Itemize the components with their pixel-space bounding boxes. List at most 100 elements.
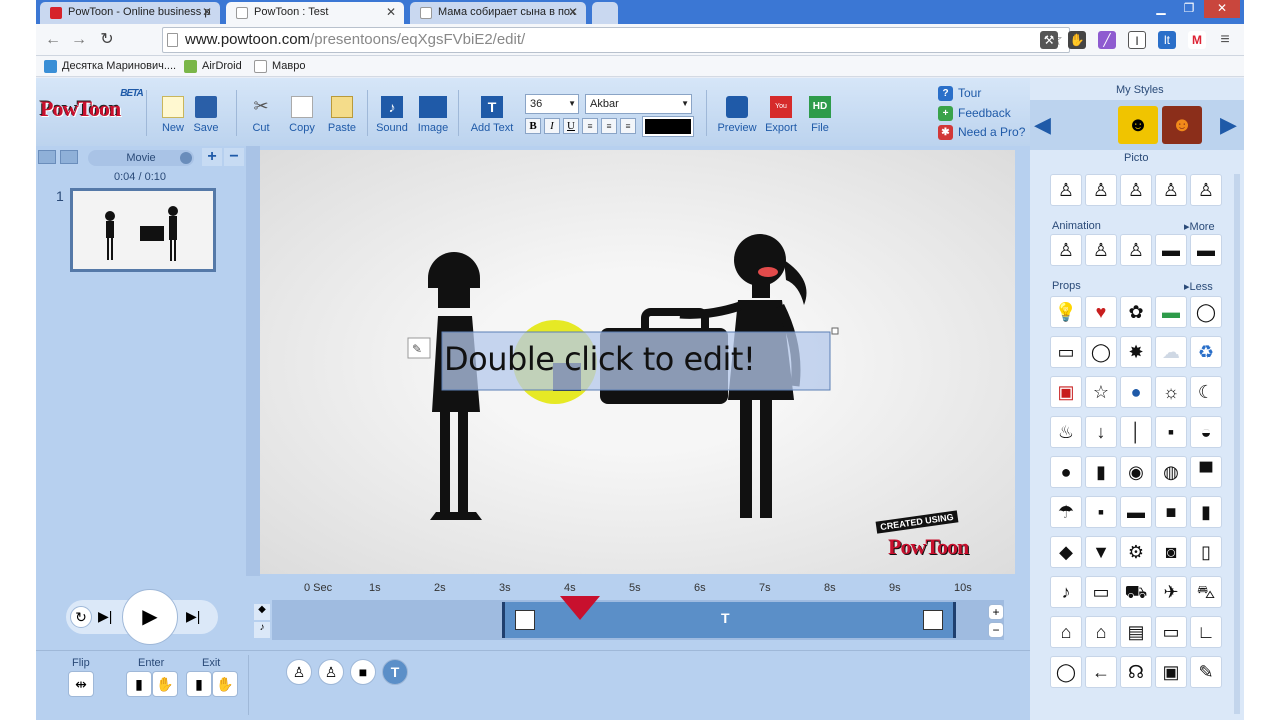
picto-man-pointing-icon[interactable]: ♙ bbox=[1120, 174, 1152, 206]
prop-heart-icon[interactable]: ♥ bbox=[1085, 296, 1117, 328]
playhead-marker[interactable] bbox=[560, 596, 600, 620]
prop-plate-icon[interactable]: ● bbox=[1050, 456, 1082, 488]
prop-arrow-left-icon[interactable]: ← bbox=[1085, 656, 1117, 688]
new-tab-button[interactable] bbox=[592, 2, 618, 24]
tour-link[interactable]: ? Tour bbox=[938, 86, 981, 101]
stage-canvas[interactable]: Double click to edit! ✎ CREATED USING Po… bbox=[260, 150, 1015, 574]
prop-moon-icon[interactable]: ☾ bbox=[1190, 376, 1222, 408]
anim-walk-icon[interactable]: ♙ bbox=[1050, 234, 1082, 266]
music-track-icon[interactable]: ♪ bbox=[254, 622, 270, 638]
forward-icon[interactable]: → bbox=[68, 30, 90, 50]
exit-handle-icon[interactable] bbox=[923, 610, 943, 630]
stage-text-box[interactable]: Double click to edit! bbox=[444, 340, 756, 378]
pen-extension-icon[interactable]: ╱ bbox=[1098, 31, 1116, 49]
add-slide-button[interactable]: + bbox=[202, 148, 222, 166]
arrow-left-icon[interactable]: ◀ bbox=[1034, 112, 1051, 138]
enter-handle-icon[interactable] bbox=[515, 610, 535, 630]
prop-burst-icon[interactable]: ✸ bbox=[1120, 336, 1152, 368]
layer-text-icon[interactable]: T bbox=[382, 659, 408, 685]
prop-flower-icon[interactable]: ✿ bbox=[1120, 296, 1152, 328]
prop-sun-icon[interactable]: ☼ bbox=[1155, 376, 1187, 408]
prop-balloon-icon[interactable]: ◯ bbox=[1050, 656, 1082, 688]
align-left-icon[interactable]: ≡ bbox=[582, 118, 598, 134]
replay-icon[interactable]: ↻ bbox=[70, 606, 92, 628]
edit-text-icon[interactable]: ✎ bbox=[412, 342, 422, 356]
align-center-icon[interactable]: ≡ bbox=[601, 118, 617, 134]
prop-bag-icon[interactable]: ▮ bbox=[1190, 496, 1222, 528]
flip-horizontal-icon[interactable]: ⇹ bbox=[68, 671, 94, 697]
prop-pencil-icon[interactable]: ✎ bbox=[1190, 656, 1222, 688]
paste-button[interactable]: Paste bbox=[321, 96, 363, 134]
prop-briefcase-icon[interactable]: ■ bbox=[1155, 496, 1187, 528]
picto-man-standing-icon[interactable]: ♙ bbox=[1190, 174, 1222, 206]
cut-button[interactable]: ✂ Cut bbox=[240, 96, 282, 134]
anim-run-icon[interactable]: ♙ bbox=[1120, 234, 1152, 266]
maximize-icon[interactable]: ❐ bbox=[1176, 0, 1202, 18]
prop-callout-icon[interactable]: ▭ bbox=[1050, 336, 1082, 368]
image-button[interactable]: Image bbox=[412, 96, 454, 134]
prop-fork-icon[interactable]: ↓ bbox=[1085, 416, 1117, 448]
align-right-icon[interactable]: ≡ bbox=[620, 118, 636, 134]
prop-cloud-icon[interactable]: ☁ bbox=[1155, 336, 1187, 368]
anim-dance-icon[interactable]: ♙ bbox=[1085, 234, 1117, 266]
prop-tshirt-icon[interactable]: ▼ bbox=[1085, 536, 1117, 568]
prop-phone-icon[interactable]: ▯ bbox=[1190, 536, 1222, 568]
save-button[interactable]: Save bbox=[185, 96, 227, 134]
play-button[interactable]: ▶ bbox=[122, 589, 178, 645]
prop-computer-icon[interactable]: ▭ bbox=[1155, 616, 1187, 648]
prop-pizza-icon[interactable]: ◍ bbox=[1155, 456, 1187, 488]
prop-car-icon[interactable]: ⛍ bbox=[1190, 576, 1222, 608]
reload-icon[interactable]: ↻ bbox=[96, 30, 118, 50]
sound-button[interactable]: ♪ Sound bbox=[371, 96, 413, 134]
need-pro-link[interactable]: ✱ Need a Pro? bbox=[938, 125, 1025, 140]
more-link[interactable]: ▸More bbox=[1184, 220, 1215, 233]
prop-diamond-icon[interactable]: ◆ bbox=[1050, 536, 1082, 568]
prop-airplane-icon[interactable]: ✈ bbox=[1155, 576, 1187, 608]
picto-man-icon[interactable]: ♙ bbox=[1050, 174, 1082, 206]
text-color-picker[interactable] bbox=[642, 116, 694, 137]
remove-slide-button[interactable]: − bbox=[224, 148, 244, 166]
prop-cup-icon[interactable]: ◒ bbox=[1190, 416, 1222, 448]
prop-burger-icon[interactable]: ◉ bbox=[1120, 456, 1152, 488]
prop-knife-icon[interactable]: │ bbox=[1120, 416, 1152, 448]
anim-lying-icon[interactable]: ▬ bbox=[1155, 234, 1187, 266]
hand-extension-icon[interactable]: ✋ bbox=[1068, 31, 1086, 49]
copy-button[interactable]: Copy bbox=[281, 96, 323, 134]
zoom-in-button[interactable]: + bbox=[988, 604, 1004, 620]
prop-laptop-case-icon[interactable]: ▬ bbox=[1120, 496, 1152, 528]
movie-mode-toggle[interactable]: Movie bbox=[88, 150, 194, 166]
prop-star-icon[interactable]: ☆ bbox=[1085, 376, 1117, 408]
font-size-select[interactable]: 36 ▼ bbox=[525, 94, 579, 114]
prop-cash-register-icon[interactable]: ▪ bbox=[1085, 496, 1117, 528]
enter-effect-icon[interactable]: ▮ bbox=[126, 671, 152, 697]
step-play-icon[interactable]: ▶| bbox=[98, 608, 112, 625]
anim-sleep-icon[interactable]: ▬ bbox=[1190, 234, 1222, 266]
prop-printer-icon[interactable]: ▣ bbox=[1155, 656, 1187, 688]
picto-woman-icon[interactable]: ♙ bbox=[1085, 174, 1117, 206]
bookmark-item[interactable]: Десятка Маринович.... bbox=[44, 60, 176, 73]
slide-thumbnail[interactable] bbox=[70, 188, 216, 272]
close-icon[interactable]: ✕ bbox=[202, 5, 212, 19]
prop-projector-icon[interactable]: ▭ bbox=[1085, 576, 1117, 608]
prop-ufo-icon[interactable]: ⌂ bbox=[1050, 616, 1082, 648]
font-family-select[interactable]: Akbar ▼ bbox=[585, 94, 692, 114]
add-text-button[interactable]: T Add Text bbox=[467, 96, 517, 134]
wrench-extension-icon[interactable]: ⚒ bbox=[1040, 31, 1058, 49]
picto-style-icon[interactable]: ☻ bbox=[1118, 106, 1158, 144]
info-extension-icon[interactable]: I bbox=[1128, 31, 1146, 49]
prop-speech-bubble-icon[interactable]: ◯ bbox=[1190, 296, 1222, 328]
feedback-link[interactable]: + Feedback bbox=[938, 106, 1011, 121]
close-icon[interactable]: ✕ bbox=[568, 5, 578, 19]
file-button[interactable]: HD File bbox=[799, 96, 841, 134]
less-link[interactable]: ▸Less bbox=[1184, 280, 1213, 293]
layout-view-icon[interactable] bbox=[38, 150, 56, 164]
prop-umbrella-icon[interactable]: ☂ bbox=[1050, 496, 1082, 528]
layer-child-icon[interactable]: ♙ bbox=[286, 659, 312, 685]
prop-recycle-icon[interactable]: ♻ bbox=[1190, 336, 1222, 368]
prop-cart-icon[interactable]: ⛟ bbox=[1120, 576, 1152, 608]
url-input[interactable]: www.powtoon.com/presentoons/eqXgsFVbiE2/… bbox=[162, 27, 1070, 53]
menu-icon[interactable]: ≡ bbox=[1216, 31, 1234, 49]
prop-thought-bubble-icon[interactable]: ◯ bbox=[1085, 336, 1117, 368]
tab-mama[interactable]: Мама собирает сына в пох ✕ bbox=[410, 2, 586, 24]
prop-mug-icon[interactable]: ▪ bbox=[1155, 416, 1187, 448]
